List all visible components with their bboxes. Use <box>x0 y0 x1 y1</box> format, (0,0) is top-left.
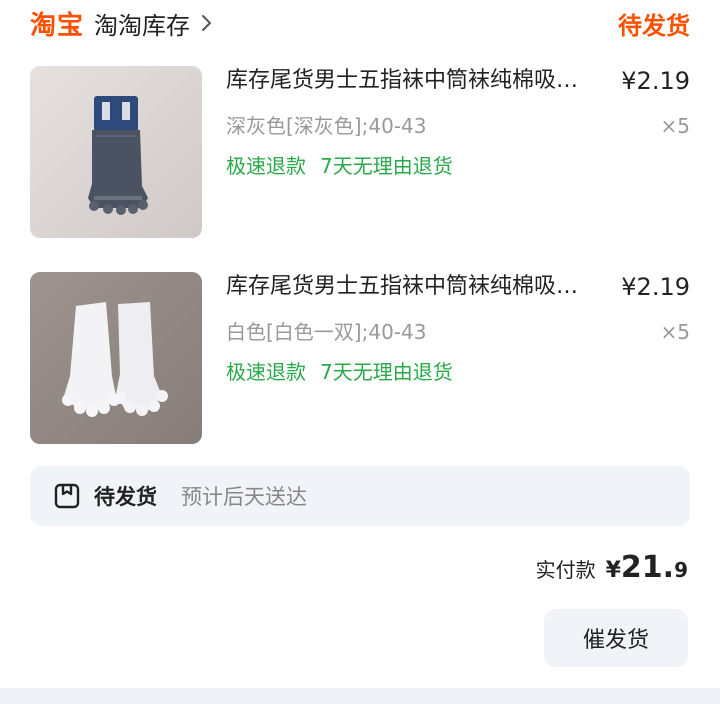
tag-7day-return: 7天无理由退货 <box>320 360 453 384</box>
payment-total: 实付款 ¥ 21. 9 <box>536 550 688 585</box>
item-info: 库存尾货男士五指袜中筒袜纯棉吸汗防臭 ¥2.19 深灰色[深灰色];40-43 … <box>226 66 690 238</box>
product-price: ¥2.19 <box>621 67 690 95</box>
product-image-white-socks[interactable] <box>30 272 202 444</box>
white-toe-socks-image <box>30 272 202 444</box>
order-item[interactable]: 库存尾货男士五指袜中筒袜纯棉吸汗防臭 ¥2.19 白色[白色一双];40-43 … <box>30 272 690 444</box>
tag-fast-refund: 极速退款 <box>226 154 306 178</box>
payment-label: 实付款 <box>535 558 596 582</box>
product-quantity: ×5 <box>660 320 690 344</box>
tag-7day-return: 7天无理由退货 <box>320 154 453 178</box>
item-info: 库存尾货男士五指袜中筒袜纯棉吸汗防臭 ¥2.19 白色[白色一双];40-43 … <box>226 272 690 444</box>
amount-integer: 21. <box>620 550 675 585</box>
bottom-divider <box>0 688 720 704</box>
service-tags: 极速退款 7天无理由退货 <box>226 152 453 180</box>
delivery-estimate: 预计后天送达 <box>181 485 307 509</box>
dark-gray-toe-socks-image <box>30 66 202 238</box>
tag-fast-refund: 极速退款 <box>226 360 306 384</box>
product-quantity: ×5 <box>660 114 690 138</box>
order-status: 待发货 <box>618 11 690 40</box>
package-icon <box>54 483 80 509</box>
taobao-logo: 淘宝 <box>30 10 85 41</box>
currency-symbol: ¥ <box>605 558 621 583</box>
product-title[interactable]: 库存尾货男士五指袜中筒袜纯棉吸汗防臭 <box>226 272 598 302</box>
product-price: ¥2.19 <box>621 273 690 301</box>
product-spec: 深灰色[深灰色];40-43 <box>226 114 427 138</box>
product-title[interactable]: 库存尾货男士五指袜中筒袜纯棉吸汗防臭 <box>226 66 598 96</box>
product-image-dark-socks[interactable] <box>30 66 202 238</box>
order-header: 淘宝 淘淘库存 待发货 <box>30 0 690 46</box>
shipping-status: 待发货 <box>94 485 157 509</box>
amount-decimal: 9 <box>674 558 688 582</box>
service-tags: 极速退款 7天无理由退货 <box>226 358 453 386</box>
urge-shipping-button[interactable]: 催发货 <box>544 609 688 667</box>
store-name-link[interactable]: 淘淘库存 <box>94 6 190 41</box>
order-item[interactable]: 库存尾货男士五指袜中筒袜纯棉吸汗防臭 ¥2.19 深灰色[深灰色];40-43 … <box>30 66 690 238</box>
product-spec: 白色[白色一双];40-43 <box>226 320 427 344</box>
chevron-right-icon[interactable] <box>196 13 216 33</box>
shipping-status-bar[interactable]: 待发货 预计后天送达 <box>30 466 690 526</box>
